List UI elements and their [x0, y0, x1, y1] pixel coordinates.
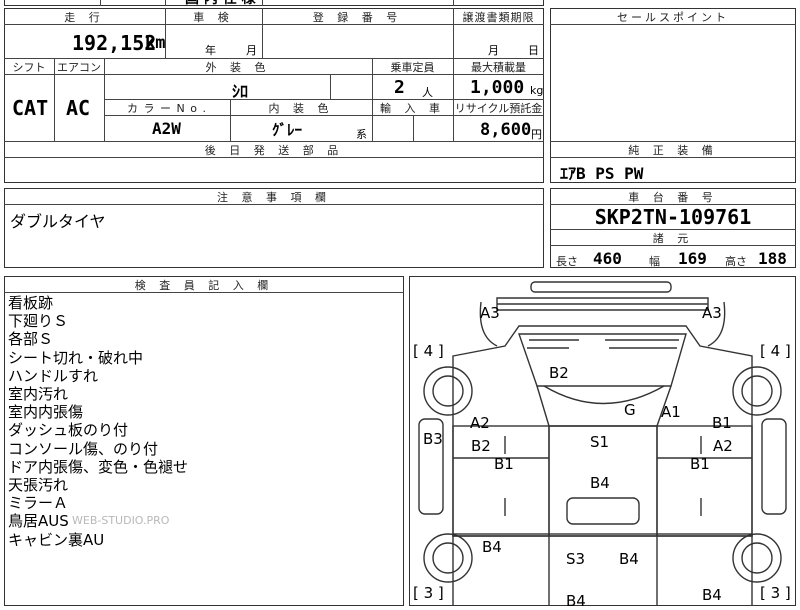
mileage-unit: km: [145, 33, 166, 53]
damage-mark: A3: [702, 304, 722, 322]
aircon-header: エアコン: [57, 61, 101, 74]
genuine-equipment-value: ｴｱB PS PW: [560, 164, 644, 183]
length-label: 長さ: [556, 255, 578, 268]
damage-mark: B4: [619, 550, 639, 568]
height-value: 188: [758, 249, 787, 268]
capacity-value: 2: [394, 77, 405, 98]
tire-bracket: [ 4 ]: [413, 342, 444, 360]
inspector-note: 天張汚れ: [8, 476, 69, 495]
inspector-note: 室内汚れ: [8, 385, 69, 404]
damage-mark: A2: [713, 437, 733, 455]
chassis-header: 車 台 番 号: [628, 191, 718, 204]
import-header: 輸 入 車: [380, 102, 445, 115]
inspector-note: ダッシュ板のり付: [8, 421, 129, 440]
damage-mark: B4: [702, 586, 722, 604]
inspector-note: コンソール傷、のり付: [8, 439, 159, 458]
color-no-value: A2W: [152, 119, 181, 138]
capacity-header: 乗車定員: [390, 61, 435, 74]
notes-header: 注 意 事 項 欄: [217, 191, 331, 204]
damage-mark: B4: [566, 592, 586, 610]
tire-bracket: [ 3 ]: [413, 584, 444, 602]
damage-mark: B2: [549, 364, 569, 382]
genuine-equipment-header: 純 正 装 備: [628, 144, 718, 157]
inspector-note: ドア内張傷、変色・色褪せ: [8, 457, 189, 476]
shift-header: シフト: [12, 61, 46, 74]
tire-bracket: [ 4 ]: [760, 342, 791, 360]
width-label: 幅: [649, 255, 660, 268]
mileage-value: 192,152: [72, 31, 157, 55]
width-value: 169: [678, 249, 707, 268]
color-no-header: カ ラ ー N o .: [127, 102, 207, 115]
inspector-note: 室内内張傷: [8, 403, 84, 422]
notes-value: ダブルタイヤ: [10, 212, 106, 231]
inspector-note: シート切れ・破れ中: [8, 348, 144, 367]
damage-mark: S1: [590, 433, 610, 451]
capacity-unit: 人: [422, 86, 433, 99]
watermark: WEB-STUDIO.PRO: [72, 514, 170, 527]
damage-mark: B1: [494, 455, 514, 473]
transfer-deadline-header: 譲渡書類期限: [462, 11, 535, 24]
damage-mark: B1: [690, 455, 710, 473]
damage-mark: B4: [482, 538, 502, 556]
inspector-note: キャビン裏AU: [8, 530, 105, 549]
damage-mark: A2: [470, 414, 490, 432]
tire-bracket: [ 3 ]: [760, 584, 791, 602]
inspector-header: 検 査 員 記 入 欄: [134, 279, 274, 292]
transfer-month-unit: 月: [488, 44, 499, 57]
recycle-header: リサイクル預託金: [454, 102, 543, 115]
inspector-note: 各部Ｓ: [8, 330, 54, 349]
inspector-note: 下廻りＳ: [8, 312, 69, 331]
specs-header: 諸 元: [652, 232, 694, 245]
inspector-note: 看板跡: [8, 294, 54, 312]
max-load-header: 最大積載量: [471, 61, 526, 74]
interior-color-header: 内 装 色: [268, 102, 334, 115]
recycle-unit: 円: [531, 128, 542, 141]
aircon-value: AC: [66, 96, 91, 120]
registration-header: 登 録 番 号: [312, 11, 403, 24]
transfer-day-unit: 日: [528, 44, 539, 57]
chassis-number: SKP2TN-109761: [594, 205, 752, 229]
damage-mark: B4: [590, 474, 610, 492]
max-load-value: 1,000: [470, 77, 525, 98]
exterior-color-value: ｼﾛ: [232, 82, 249, 101]
exterior-color-header: 外 装 色: [205, 61, 271, 74]
top-strip-text: 国 内 仕 様: [185, 0, 256, 8]
damage-mark: B1: [712, 414, 732, 432]
damage-mark: S3: [566, 550, 586, 568]
inspector-note: ハンドルすれ: [8, 366, 99, 385]
inspection-header: 車 検: [193, 11, 234, 24]
length-value: 460: [593, 249, 622, 268]
interior-color-value: ｸﾞﾚｰ: [272, 121, 303, 139]
sales-point-header: セールスポイント: [617, 11, 729, 24]
height-label: 高さ: [725, 255, 747, 268]
shift-value: CAT: [12, 96, 49, 120]
damage-mark: B3: [423, 430, 443, 448]
later-parts-header: 後 日 発 送 部 品: [204, 144, 344, 157]
mileage-header: 走 行: [64, 11, 105, 24]
damage-mark: A1: [661, 403, 681, 421]
recycle-value: 8,600: [480, 120, 532, 140]
inspector-notes: 看板跡 下廻りＳ 各部Ｓ シート切れ・破れ中 ハンドルすれ 室内汚れ 室内内張傷…: [8, 294, 188, 549]
damage-mark: G: [624, 401, 636, 419]
top-strip: [4, 0, 544, 6]
inspection-year-unit: 年: [205, 44, 216, 57]
max-load-unit: kg: [530, 84, 544, 97]
inspection-month-unit: 月: [246, 44, 257, 57]
damage-mark: B2: [471, 437, 491, 455]
damage-mark: A3: [480, 304, 500, 322]
interior-color-suffix: 系: [356, 128, 367, 141]
inspector-note: ミラーＡ: [8, 494, 69, 513]
